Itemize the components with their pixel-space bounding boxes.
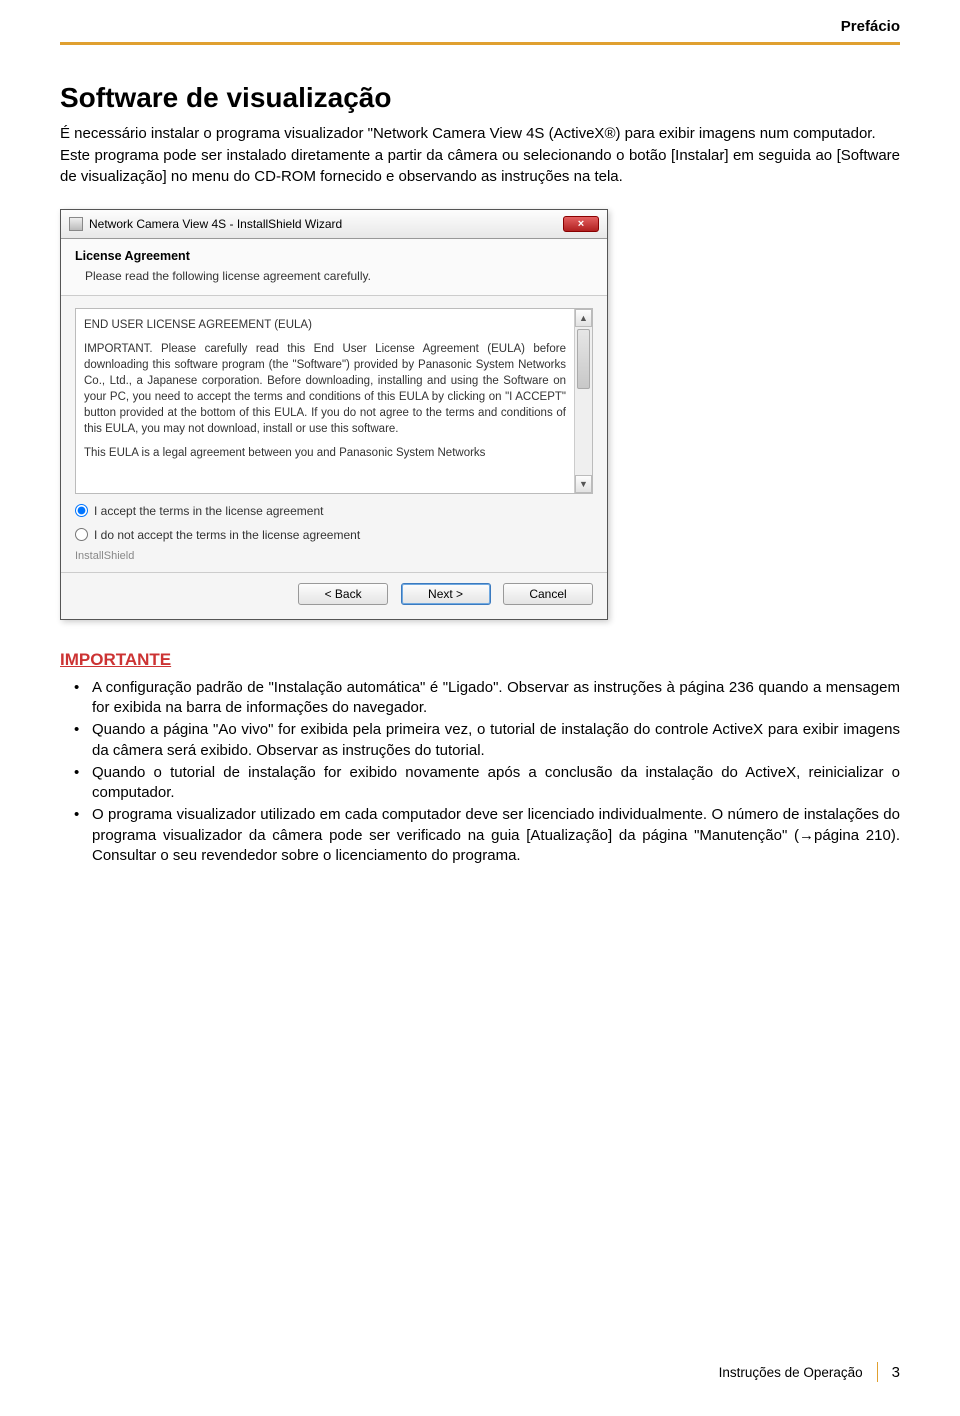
license-agreement-heading: License Agreement — [75, 249, 593, 263]
footer-label: Instruções de Operação — [719, 1365, 863, 1380]
intro-paragraph-2: Este programa pode ser instalado diretam… — [60, 146, 900, 187]
eula-textbox[interactable]: END USER LICENSE AGREEMENT (EULA) IMPORT… — [75, 308, 593, 494]
installer-icon — [69, 217, 83, 231]
important-item: O programa visualizador utilizado em cad… — [92, 805, 900, 866]
wizard-footer: < Back Next > Cancel — [61, 572, 607, 619]
license-agreement-subheading: Please read the following license agreem… — [85, 269, 593, 283]
page-footer: Instruções de Operação 3 — [719, 1362, 900, 1382]
cancel-button[interactable]: Cancel — [503, 583, 593, 605]
eula-paragraph-2: This EULA is a legal agreement between y… — [84, 445, 566, 461]
eula-scrollbar[interactable]: ▲ ▼ — [574, 309, 592, 493]
back-button[interactable]: < Back — [298, 583, 388, 605]
eula-title: END USER LICENSE AGREEMENT (EULA) — [84, 317, 566, 333]
scroll-down-icon[interactable]: ▼ — [575, 475, 592, 493]
radio-accept-terms[interactable]: I accept the terms in the license agreem… — [75, 504, 593, 518]
installshield-wizard-window: Network Camera View 4S - InstallShield W… — [60, 209, 608, 620]
running-header: Prefácio — [841, 18, 900, 35]
wizard-body: END USER LICENSE AGREEMENT (EULA) IMPORT… — [61, 296, 607, 572]
installshield-brand: InstallShield — [75, 550, 593, 562]
page-number: 3 — [892, 1364, 900, 1381]
radio-accept-label: I accept the terms in the license agreem… — [94, 504, 323, 518]
radio-decline-terms[interactable]: I do not accept the terms in the license… — [75, 528, 593, 542]
wizard-header: License Agreement Please read the follow… — [61, 239, 607, 296]
footer-divider — [877, 1362, 878, 1382]
scroll-thumb[interactable] — [577, 329, 590, 389]
page-title: Software de visualização — [60, 82, 900, 114]
close-button[interactable]: × — [563, 216, 599, 232]
radio-decline-label: I do not accept the terms in the license… — [94, 528, 360, 542]
important-item: Quando o tutorial de instalação for exib… — [92, 763, 900, 804]
wizard-titlebar[interactable]: Network Camera View 4S - InstallShield W… — [61, 210, 607, 239]
important-item: A configuração padrão de "Instalação aut… — [92, 678, 900, 719]
eula-paragraph-1: IMPORTANT. Please carefully read this En… — [84, 341, 566, 438]
page-content: Software de visualização É necessário in… — [60, 82, 900, 868]
important-heading: IMPORTANTE — [60, 650, 900, 670]
next-button[interactable]: Next > — [401, 583, 491, 605]
radio-accept-input[interactable] — [75, 504, 88, 517]
important-item: Quando a página "Ao vivo" for exibida pe… — [92, 720, 900, 761]
header-rule — [60, 42, 900, 45]
wizard-window-title: Network Camera View 4S - InstallShield W… — [89, 217, 563, 231]
intro-paragraph-1: É necessário instalar o programa visuali… — [60, 124, 900, 144]
radio-decline-input[interactable] — [75, 528, 88, 541]
scroll-up-icon[interactable]: ▲ — [575, 309, 592, 327]
important-list: A configuração padrão de "Instalação aut… — [60, 678, 900, 866]
